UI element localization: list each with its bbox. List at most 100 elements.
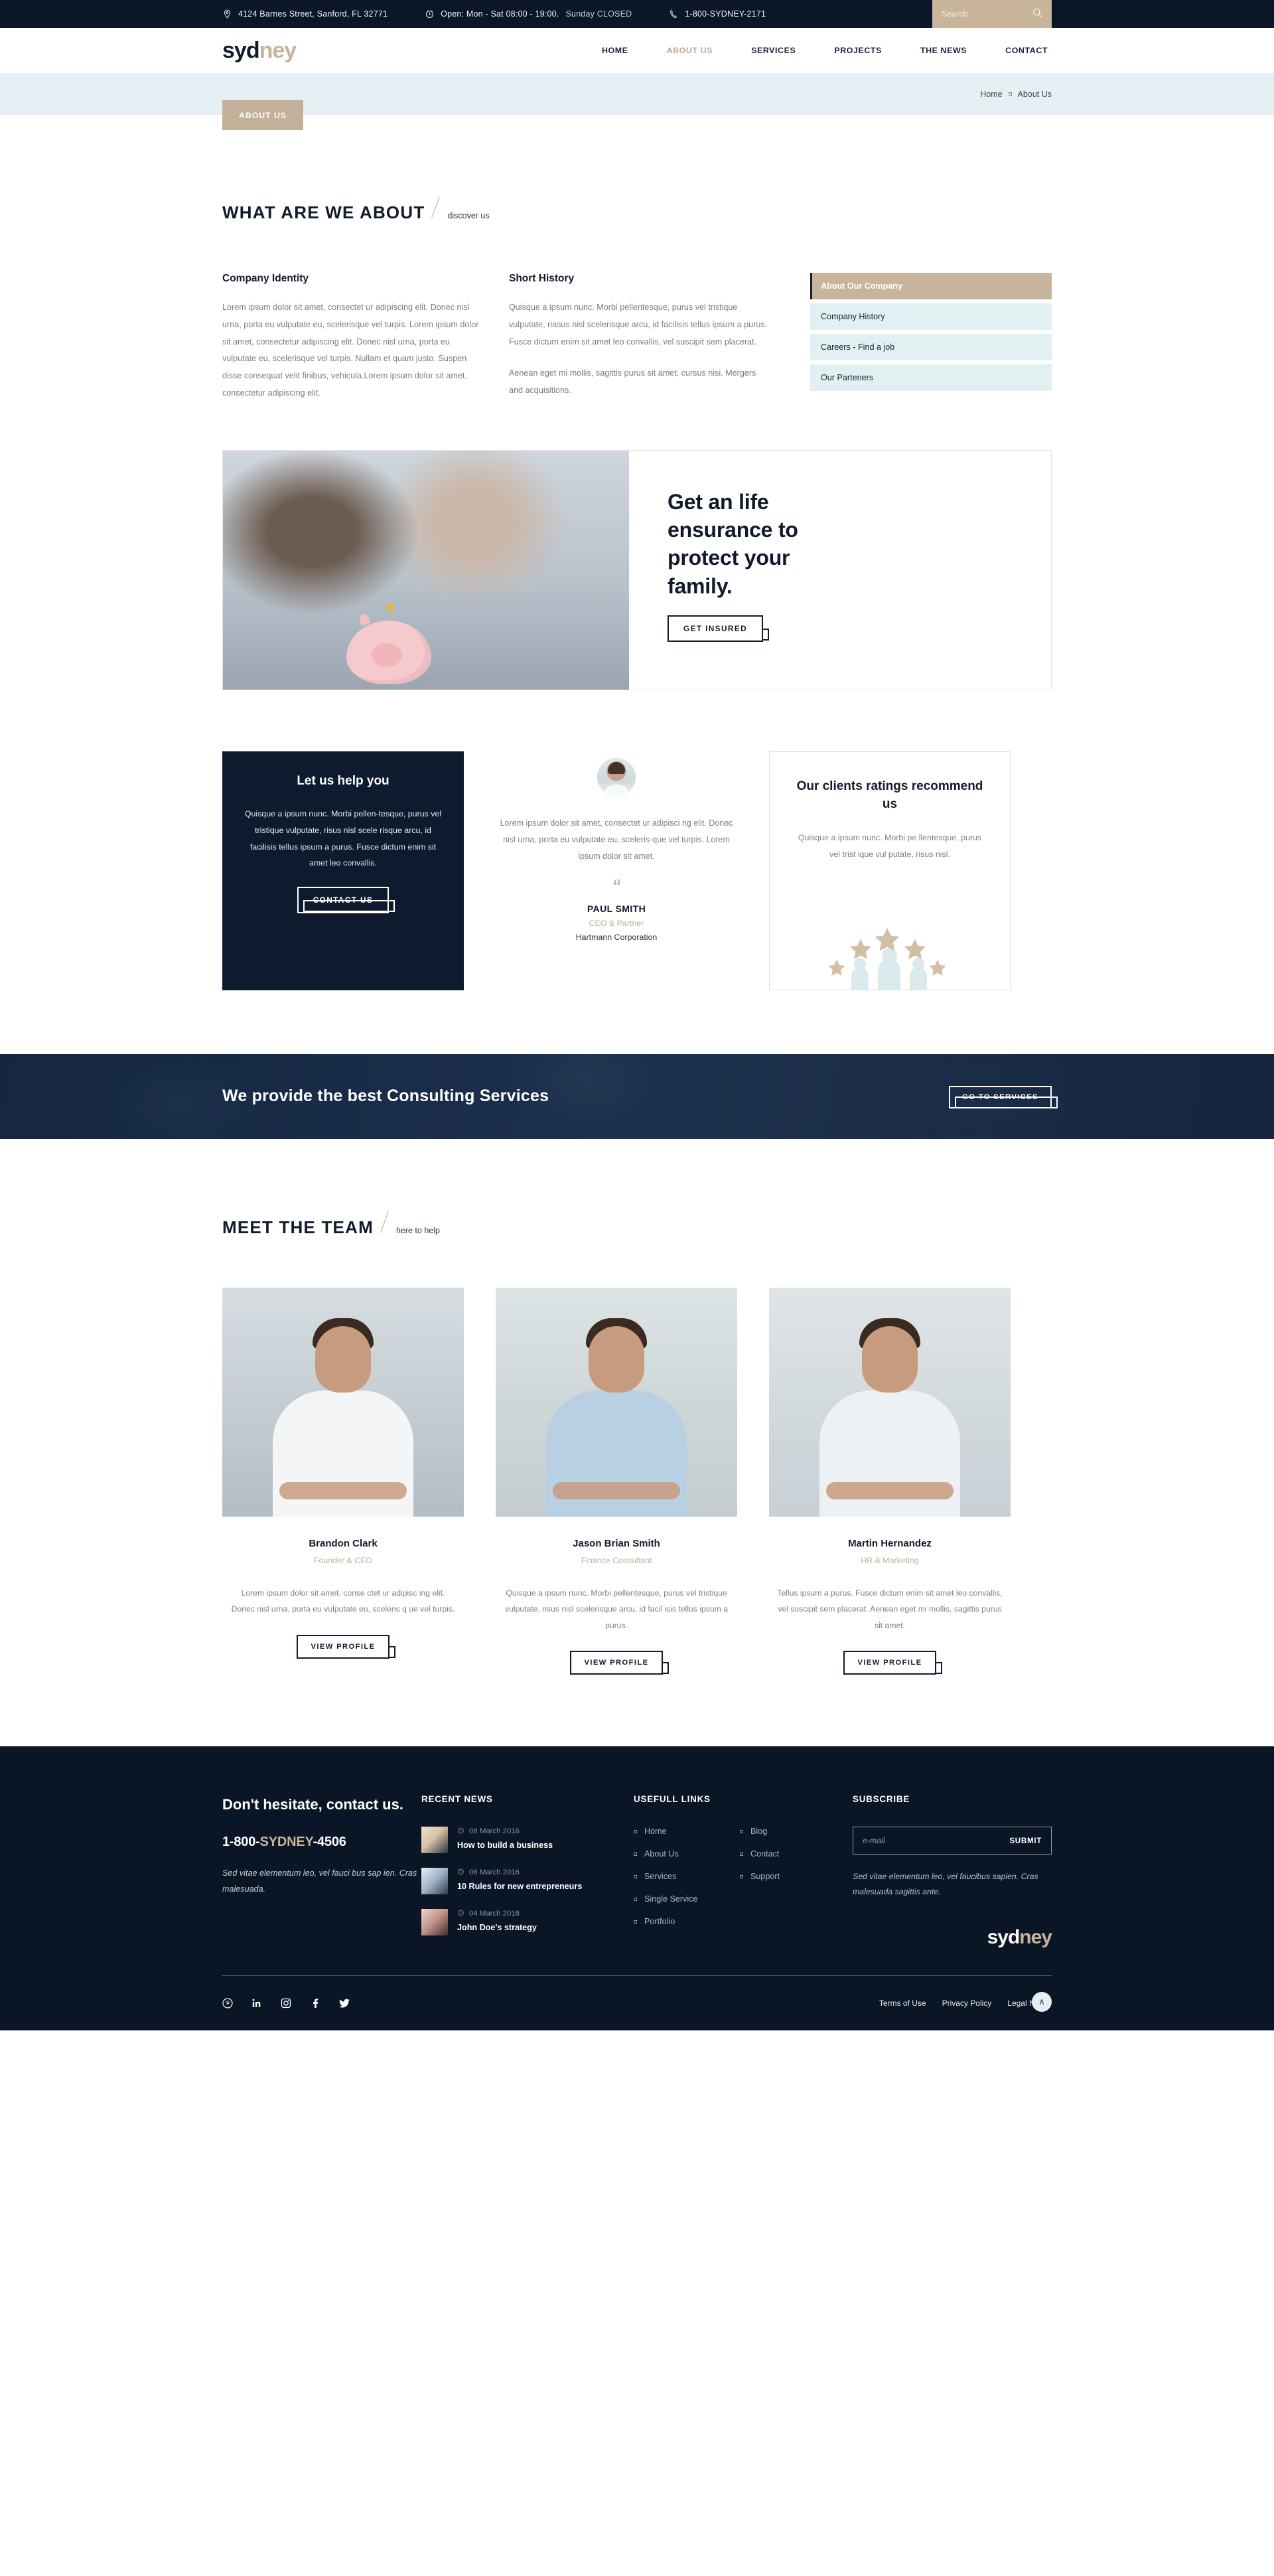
phone-text: 1-800-SYDNEY-2171	[685, 9, 766, 19]
view-profile-button[interactable]: VIEW PROFILE	[843, 1651, 943, 1675]
linkedin-icon[interactable]	[251, 1998, 262, 2008]
footer-link-services[interactable]: Services	[644, 1872, 676, 1881]
instagram-icon[interactable]	[281, 1998, 291, 2008]
search-input[interactable]	[942, 9, 1028, 19]
phone-info: 1-800-SYDNEY-2171	[669, 9, 766, 19]
footer-links-group-two: Blog Contact Support	[740, 1827, 846, 1939]
list-item: Careers - Find a job	[810, 334, 1052, 360]
avatar	[597, 757, 636, 796]
team-member-role: Founder & CEO	[313, 1555, 373, 1565]
list-item: Company History	[810, 303, 1052, 330]
about-link-careers[interactable]: Careers - Find a job	[810, 334, 1052, 360]
list-item: About Our Company	[810, 273, 1052, 299]
heading-slash-icon	[425, 198, 447, 221]
list-item: Portfolio	[634, 1917, 740, 1926]
bullet-square-icon	[740, 1852, 743, 1856]
list-item[interactable]: 06 March 2016 10 Rules for new entrepren…	[421, 1868, 634, 1895]
address-text: 4124 Barnes Street, Sanford, FL 32771	[238, 9, 388, 19]
testimonial-author-role: CEO & Partner	[589, 918, 644, 928]
bullet-square-icon	[634, 1897, 637, 1901]
team-member-role: Finance Consultant	[581, 1555, 652, 1565]
testimonial-card: Lorem ipsum dolor sit amet, consectet ur…	[496, 751, 737, 990]
go-to-services-button[interactable]: GO TO SERVICES	[949, 1085, 1058, 1108]
submit-button[interactable]: SUBMIT	[1009, 1837, 1042, 1845]
list-item: Single Service	[634, 1894, 740, 1904]
short-history-column: Short History Quisque a ipsum nunc. Morb…	[509, 273, 768, 402]
subscribe-form[interactable]: SUBMIT	[853, 1827, 1052, 1855]
nav-item-the-news[interactable]: THE NEWS	[920, 46, 967, 55]
nav-item-about-us[interactable]: ABOUT US	[667, 46, 713, 55]
star-icon	[873, 926, 902, 954]
hours-info: Open: Mon - Sat 08:00 - 19:00. Sunday CL…	[425, 9, 632, 19]
get-insured-button[interactable]: GET INSURED	[668, 615, 770, 642]
view-profile-button[interactable]: VIEW PROFILE	[569, 1651, 670, 1675]
team-member-photo	[222, 1287, 464, 1517]
footer-subscribe-title: SUBSCRIBE	[853, 1794, 910, 1805]
team-member-bio: Tellus ipsum a purus. Fusce dictum enim …	[777, 1588, 1003, 1630]
footer-links-group-one: Home About Us Services Single Service Po…	[634, 1827, 740, 1939]
nav-item-projects[interactable]: PROJECTS	[834, 46, 882, 55]
team-member-card: Jason Brian Smith Finance Consultant Qui…	[496, 1287, 737, 1675]
star-icon	[848, 937, 873, 962]
help-card-title: Let us help you	[297, 773, 389, 788]
team-member-name: Jason Brian Smith	[573, 1537, 660, 1549]
breadcrumb-home[interactable]: Home	[980, 90, 1002, 99]
footer-news-column: RECENT NEWS 08 March 2016 How to build a…	[421, 1794, 634, 1950]
search-icon[interactable]	[1032, 8, 1042, 21]
about-link-about-our-company[interactable]: About Our Company	[810, 273, 1052, 299]
twitter-icon[interactable]	[339, 1998, 350, 2008]
bullet-square-icon	[634, 1920, 637, 1924]
footer-link-portfolio[interactable]: Portfolio	[644, 1917, 675, 1926]
site-footer: Don't hesitate, contact us. 1-800-SYDNEY…	[0, 1746, 1274, 2031]
footer-link-single-service[interactable]: Single Service	[644, 1894, 698, 1904]
team-section-heading: MEET THE TEAM here to help	[222, 1208, 1052, 1236]
team-heading: MEET THE TEAM	[222, 1217, 374, 1237]
facebook-icon[interactable]	[310, 1998, 320, 2008]
team-member-role: HR & Marketing	[861, 1555, 919, 1565]
social-links	[222, 1998, 350, 2008]
short-history-text-a: Quisque a ipsum nunc. Morbi pellentesque…	[509, 303, 768, 346]
short-history-title: Short History	[509, 273, 575, 284]
footer-link-about-us[interactable]: About Us	[644, 1849, 679, 1858]
list-item: About Us	[634, 1849, 740, 1858]
hours-closed-text: Sunday CLOSED	[565, 9, 632, 19]
about-section-heading: WHAT ARE WE ABOUT discover us	[222, 193, 1052, 221]
pinterest-icon[interactable]	[222, 1998, 233, 2008]
family-photo	[223, 450, 629, 690]
site-logo[interactable]: sydney	[222, 38, 297, 63]
view-profile-button[interactable]: VIEW PROFILE	[296, 1634, 396, 1659]
footer-link-home[interactable]: Home	[644, 1827, 667, 1836]
clock-icon	[425, 9, 434, 19]
footer-link-support[interactable]: Support	[750, 1872, 780, 1881]
legal-link-privacy-policy[interactable]: Privacy Policy	[942, 1999, 992, 2008]
nav-item-home[interactable]: HOME	[602, 46, 628, 55]
email-field[interactable]	[863, 1836, 1010, 1846]
news-thumbnail	[421, 1868, 448, 1895]
team-member-name: Brandon Clark	[309, 1537, 378, 1549]
list-item: Contact	[740, 1849, 846, 1858]
about-links-column: About Our Company Company History Career…	[810, 273, 1052, 402]
news-date-text: 06 March 2016	[469, 1868, 520, 1877]
about-section: WHAT ARE WE ABOUT discover us Company Id…	[222, 115, 1052, 990]
nav-item-services[interactable]: SERVICES	[751, 46, 796, 55]
news-title: How to build a business	[457, 1841, 553, 1851]
about-link-our-parteners[interactable]: Our Parteners	[810, 364, 1052, 391]
footer-links-column: USEFULL LINKS Home About Us Services Sin…	[634, 1794, 853, 1950]
testimonial-author-name: PAUL SMITH	[587, 903, 646, 914]
list-item[interactable]: 08 March 2016 How to build a business	[421, 1827, 634, 1854]
clock-icon	[457, 1827, 464, 1836]
about-link-company-history[interactable]: Company History	[810, 303, 1052, 330]
contact-us-button[interactable]: CONTACT US	[297, 887, 395, 914]
list-item: Blog	[740, 1827, 846, 1836]
nav-item-contact[interactable]: CONTACT	[1005, 46, 1048, 55]
legal-link-terms-of-use[interactable]: Terms of Use	[879, 1999, 926, 2008]
footer-link-blog[interactable]: Blog	[750, 1827, 767, 1836]
company-identity-title: Company Identity	[222, 273, 309, 284]
footer-link-contact[interactable]: Contact	[750, 1849, 779, 1858]
logo-part-two: ney	[259, 38, 297, 63]
back-to-top-button[interactable]: ∧	[1032, 1992, 1052, 2012]
search-box[interactable]	[932, 0, 1052, 28]
list-item[interactable]: 04 March 2016 John Doe's strategy	[421, 1909, 634, 1936]
insurance-feature-banner: Get an life ensurance to protect your fa…	[222, 449, 1052, 690]
help-card-text: Quisque a ipsum nunc. Morbi pellen-tesqu…	[244, 808, 442, 868]
